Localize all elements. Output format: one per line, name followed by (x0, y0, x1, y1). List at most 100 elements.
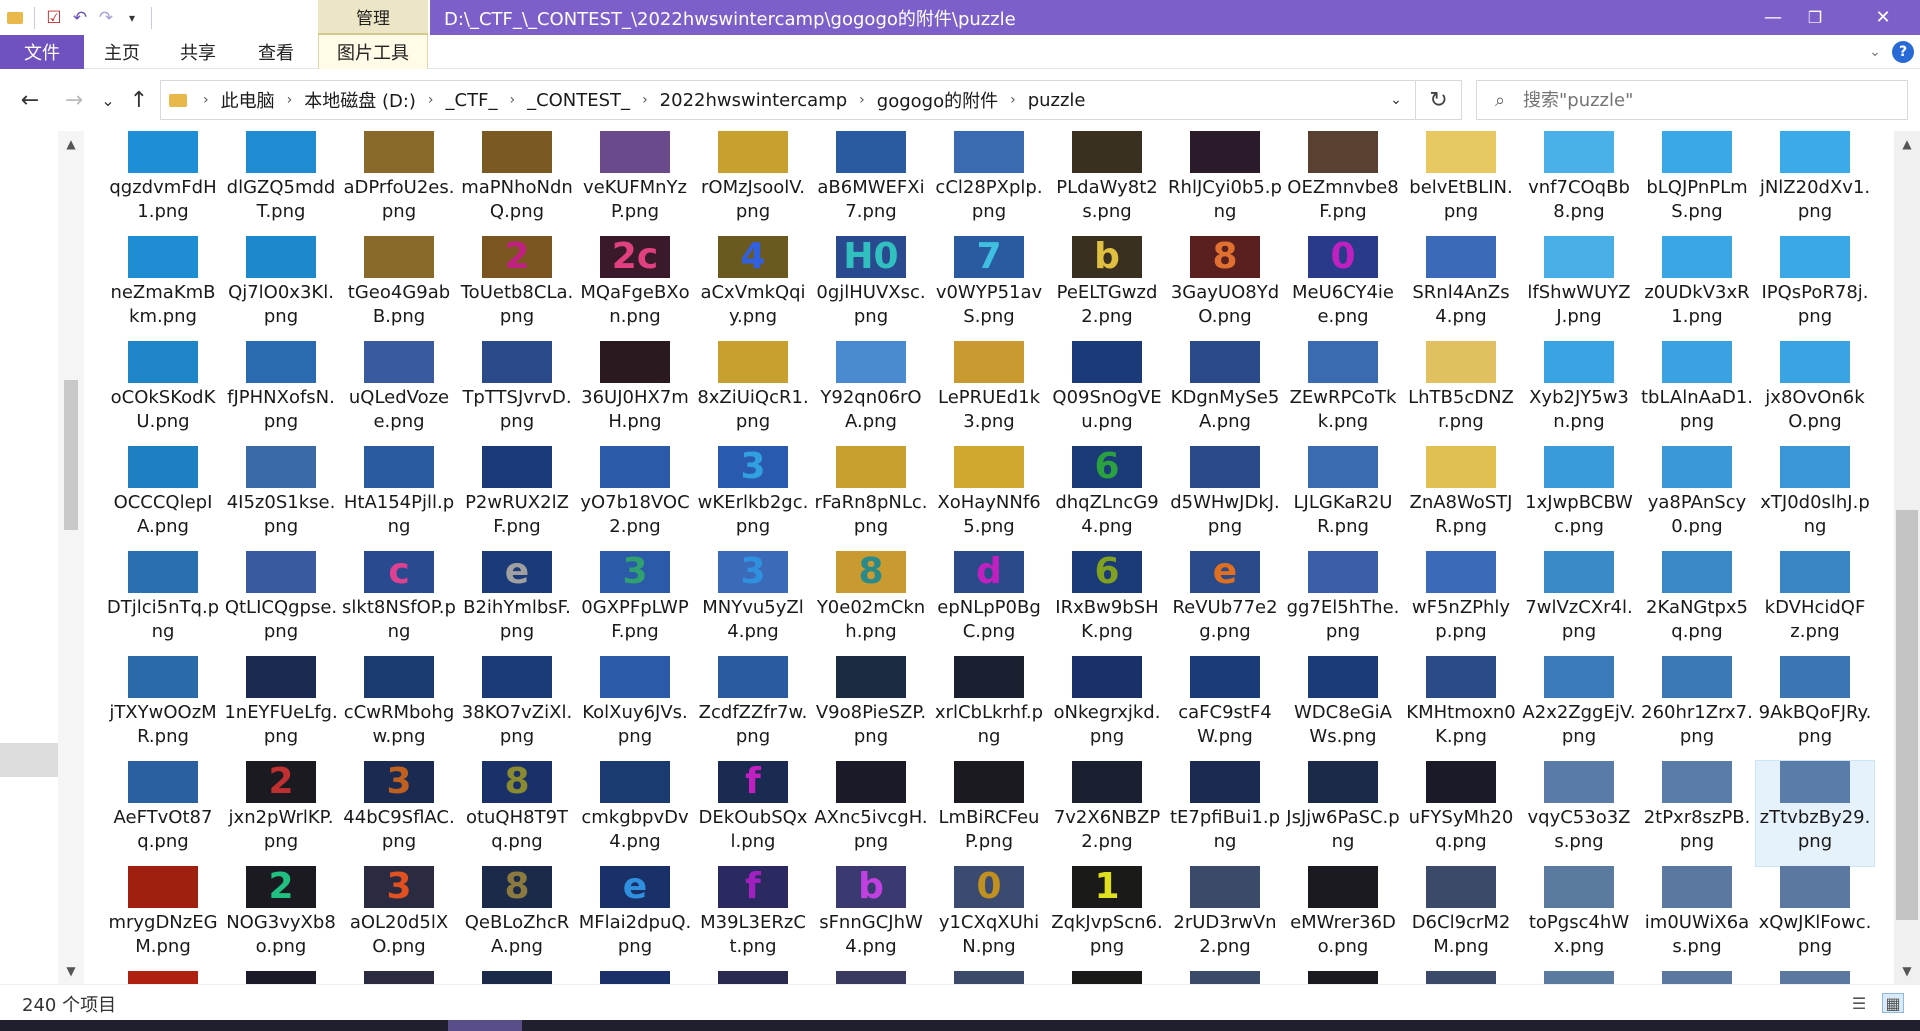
partial-file-item[interactable] (1284, 971, 1402, 984)
breadcrumb-contest[interactable]: _CONTEST_ (523, 90, 634, 111)
file-item[interactable]: maPNhoNdnQ.png (458, 131, 576, 236)
partial-file-item[interactable] (1638, 971, 1756, 984)
file-item[interactable]: 1 ZqkJvpScn6.png (1048, 866, 1166, 971)
navigation-pane[interactable] (0, 131, 58, 984)
file-item[interactable]: Q09SnOgVEu.png (1048, 341, 1166, 446)
file-item[interactable]: 0 MeU6CY4iee.png (1284, 236, 1402, 341)
file-item[interactable]: veKUFMnYzP.png (576, 131, 694, 236)
partial-file-item[interactable] (812, 971, 930, 984)
file-item[interactable]: z0UDkV3xR1.png (1638, 236, 1756, 341)
tab-view[interactable]: 查看 (246, 35, 306, 69)
recent-locations-button[interactable]: ⌄ (96, 83, 120, 117)
breadcrumb-separator[interactable]: › (1002, 92, 1024, 108)
file-item[interactable]: jTXYwOOzMR.png (104, 656, 222, 761)
file-item[interactable]: ZnA8WoSTJR.png (1402, 446, 1520, 551)
partial-file-item[interactable] (458, 971, 576, 984)
partial-file-item[interactable] (1756, 971, 1874, 984)
scroll-up-icon[interactable]: ▲ (58, 131, 84, 157)
breadcrumb-separator[interactable]: › (420, 92, 442, 108)
file-item[interactable]: cCl28PXplp.png (930, 131, 1048, 236)
file-item[interactable]: eMWrer36Do.png (1284, 866, 1402, 971)
restore-button[interactable]: ❐ (1782, 0, 1848, 35)
partial-file-item[interactable] (576, 971, 694, 984)
file-item[interactable]: f DEkOubSQxl.png (694, 761, 812, 866)
file-item[interactable]: DTjlci5nTq.png (104, 551, 222, 656)
search-input[interactable] (1523, 89, 1883, 111)
breadcrumb-attachments[interactable]: gogogo的附件 (873, 87, 1002, 113)
file-item[interactable]: H0 0gjlHUVXsc.png (812, 236, 930, 341)
file-item[interactable]: 2c MQaFgeBXon.png (576, 236, 694, 341)
file-item[interactable]: 7 v0WYP51avS.png (930, 236, 1048, 341)
large-icons-view-icon[interactable]: ▦ (1882, 993, 1904, 1013)
file-item[interactable]: vnf7COqBb8.png (1520, 131, 1638, 236)
file-item[interactable]: LePRUEd1k3.png (930, 341, 1048, 446)
file-item[interactable]: 8 otuQH8T9Tq.png (458, 761, 576, 866)
file-item[interactable]: tGeo4G9abB.png (340, 236, 458, 341)
file-item[interactable]: lfShwWUYZJ.png (1520, 236, 1638, 341)
file-item[interactable]: b PeELTGwzd2.png (1048, 236, 1166, 341)
partial-file-item[interactable] (694, 971, 812, 984)
file-item[interactable]: vqyC53o3Zs.png (1520, 761, 1638, 866)
file-item[interactable]: xrlCbLkrhf.png (930, 656, 1048, 761)
file-item[interactable]: PLdaWy8t2s.png (1048, 131, 1166, 236)
file-item[interactable]: e ReVUb77e2g.png (1166, 551, 1284, 656)
file-item[interactable]: b sFnnGCJhW4.png (812, 866, 930, 971)
file-item[interactable]: d epNLpP0BgC.png (930, 551, 1048, 656)
tab-home[interactable]: 主页 (92, 35, 152, 69)
taskbar-active-item[interactable] (448, 1020, 522, 1031)
forward-button[interactable]: → (54, 83, 94, 117)
file-item[interactable]: KolXuy6JVs.png (576, 656, 694, 761)
file-item[interactable]: 8 3GayUO8YdO.png (1166, 236, 1284, 341)
address-bar[interactable]: › 此电脑 › 本地磁盘 (D:) › _CTF_ › _CONTEST_ › … (160, 80, 1416, 120)
help-icon[interactable]: ? (1892, 41, 1914, 63)
file-item[interactable]: XoHayNNf65.png (930, 446, 1048, 551)
file-view-scrollbar-thumb[interactable] (1896, 510, 1918, 920)
file-item[interactable]: 3 44bC9SflAC.png (340, 761, 458, 866)
file-item[interactable]: JsJjw6PaSC.png (1284, 761, 1402, 866)
file-item[interactable]: xQwJKlFowc.png (1756, 866, 1874, 971)
file-item[interactable]: ZEwRPCoTkk.png (1284, 341, 1402, 446)
file-item[interactable]: oNkegrxjkd.png (1048, 656, 1166, 761)
details-view-icon[interactable]: ☰ (1848, 993, 1870, 1013)
breadcrumb-separator[interactable]: › (279, 92, 301, 108)
file-item[interactable]: jx8OvOn6kO.png (1756, 341, 1874, 446)
file-item[interactable]: uQLedVozee.png (340, 341, 458, 446)
file-item[interactable]: 3 wKErlkb2gc.png (694, 446, 812, 551)
up-button[interactable]: ↑ (122, 83, 156, 117)
file-item[interactable]: 8 Y0e02mCknh.png (812, 551, 930, 656)
file-item[interactable]: bLQJPnPLmS.png (1638, 131, 1756, 236)
file-item[interactable]: 3 aOL20d5lXO.png (340, 866, 458, 971)
file-item[interactable]: fJPHNXofsN.png (222, 341, 340, 446)
file-item[interactable]: cCwRMbohgw.png (340, 656, 458, 761)
file-item[interactable]: 7wlVzCXr4l.png (1520, 551, 1638, 656)
undo-icon[interactable]: ↶ (67, 5, 93, 31)
tab-file[interactable]: 文件 (0, 35, 84, 69)
file-item[interactable]: 2tPxr8szPB.png (1638, 761, 1756, 866)
file-item[interactable]: yO7b18VOC2.png (576, 446, 694, 551)
properties-icon[interactable]: ☑ (41, 5, 67, 31)
file-item[interactable]: gg7El5hThe.png (1284, 551, 1402, 656)
file-item[interactable]: OEZmnvbe8F.png (1284, 131, 1402, 236)
scroll-down-icon[interactable]: ▼ (1894, 958, 1920, 984)
file-item[interactable]: e B2ihYmlbsF.png (458, 551, 576, 656)
scroll-down-icon[interactable]: ▼ (58, 958, 84, 984)
file-item[interactable]: cmkgbpvDv4.png (576, 761, 694, 866)
file-item[interactable]: ya8PAnScy0.png (1638, 446, 1756, 551)
file-item[interactable]: 2 ToUetb8CLa.png (458, 236, 576, 341)
file-item[interactable]: 1xJwpBCBWc.png (1520, 446, 1638, 551)
partial-file-item[interactable] (222, 971, 340, 984)
file-item[interactable]: neZmaKmBkm.png (104, 236, 222, 341)
file-item[interactable]: TpTTSJvrvD.png (458, 341, 576, 446)
file-item[interactable]: caFC9stF4W.png (1166, 656, 1284, 761)
file-item[interactable]: V9o8PieSZP.png (812, 656, 930, 761)
file-item[interactable]: 7v2X6NBZP2.png (1048, 761, 1166, 866)
partial-file-item[interactable] (1048, 971, 1166, 984)
file-item[interactable]: Xyb2JY5w3n.png (1520, 341, 1638, 446)
chevron-down-icon[interactable]: ⌄ (1379, 81, 1413, 119)
file-item[interactable]: IPQsPoR78j.png (1756, 236, 1874, 341)
file-item[interactable]: OCCCQlepIA.png (104, 446, 222, 551)
tab-share[interactable]: 共享 (168, 35, 228, 69)
file-item[interactable]: WDC8eGiAWs.png (1284, 656, 1402, 761)
file-item[interactable]: 260hr1Zrx7.png (1638, 656, 1756, 761)
file-item[interactable]: xTJ0d0slhJ.png (1756, 446, 1874, 551)
